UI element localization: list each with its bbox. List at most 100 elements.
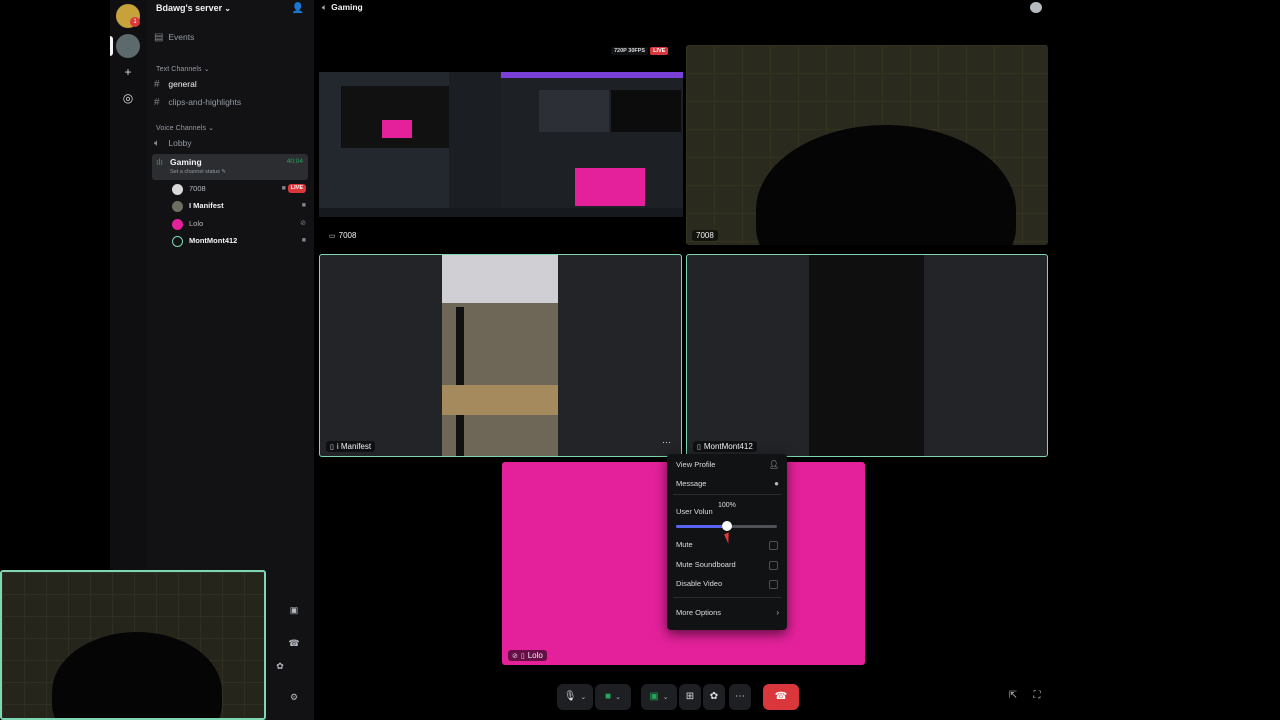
microphone-icon: 🎙︎ — [563, 691, 577, 702]
grid-icon: ⊞ — [685, 691, 695, 702]
gear-icon[interactable]: ⚙ — [286, 692, 302, 706]
camera-icon: ■ — [301, 202, 306, 209]
tile-label: ⊘ ▯ Lolo — [508, 650, 547, 661]
video-tile[interactable]: 7008 — [686, 45, 1048, 245]
server-header[interactable]: Bdawg's server ⌄ — [156, 3, 306, 19]
channel-status[interactable]: Set a channel status ✎ — [170, 169, 226, 175]
muted-icon: ⊘ — [300, 220, 306, 227]
events-item[interactable]: ▤ Events — [154, 29, 194, 45]
more-icon[interactable]: ⋯ — [662, 437, 671, 448]
mobile-icon: ▯ — [520, 653, 525, 660]
volume-slider-handle[interactable] — [721, 521, 732, 531]
more-options-item[interactable]: More Options › — [676, 605, 779, 621]
stream-quality: 720P 30FPS — [611, 47, 649, 55]
hang-up-icon: ☎ — [774, 691, 788, 702]
invite-people-icon[interactable]: 👤 — [292, 3, 304, 14]
avatar — [172, 219, 183, 230]
camera-feed — [442, 255, 558, 456]
volume-slider[interactable] — [676, 521, 777, 531]
volume-slider-fill — [676, 525, 727, 528]
voice-category-label: Voice Channels — [156, 125, 207, 132]
add-server-icon[interactable]: + — [120, 64, 136, 80]
member-status-icons: ■ LIVE — [282, 181, 306, 197]
video-tile-speaking[interactable]: ▯ i Manifest — [319, 254, 682, 457]
voice-member[interactable]: 7008 ■ LIVE — [172, 181, 306, 197]
mute-soundboard-item[interactable]: Mute Soundboard — [676, 557, 779, 573]
chevron-down-icon: ⌄ — [615, 694, 621, 701]
tile-label: ▯ i Manifest — [326, 441, 376, 452]
avatar — [172, 201, 183, 212]
text-category-label: Text Channels — [156, 66, 202, 73]
view-profile-item[interactable]: View Profile 👤︎ — [676, 457, 779, 473]
camera-icon: ■ — [605, 691, 612, 702]
hash-icon: # — [154, 79, 160, 90]
voice-member[interactable]: I Manifest ■ — [172, 198, 306, 214]
soundboard-icon[interactable]: ▣ — [286, 605, 302, 619]
avatar — [172, 184, 183, 195]
hash-icon: # — [154, 97, 160, 108]
channel-general[interactable]: # general — [154, 76, 197, 92]
voice-member[interactable]: MontMont412 ■ — [172, 233, 306, 249]
channel-lobby[interactable]: 🔈︎ Lobby — [154, 135, 192, 151]
mute-soundboard-checkbox[interactable] — [769, 561, 778, 570]
popout-icon[interactable]: ⇱ — [1006, 690, 1020, 704]
volume-tooltip: 100% — [713, 500, 741, 511]
chevron-down-icon: ⌄ — [224, 4, 231, 13]
chevron-right-icon: › — [776, 608, 779, 617]
discover-icon[interactable]: ◎ — [120, 90, 136, 106]
more-icon: ⋯ — [735, 691, 745, 702]
server-name: Bdawg's server — [156, 3, 223, 13]
message-item[interactable]: Message ● — [676, 476, 779, 492]
member-name: MontMont412 — [189, 236, 238, 245]
screen-share-button[interactable]: ▣ ⌄ — [641, 684, 677, 710]
self-camera-preview[interactable] — [0, 570, 266, 720]
disconnect-button[interactable]: ☎ — [763, 684, 799, 710]
events-label: Events — [168, 32, 195, 42]
voice-member[interactable]: Lolo ⊘ — [172, 216, 306, 232]
camera-icon: ■ — [301, 237, 306, 244]
menu-label: View Profile — [676, 460, 716, 469]
camera-button[interactable]: ■ ⌄ — [595, 684, 631, 710]
chat-icon[interactable] — [1030, 2, 1042, 13]
voice-active-icon: ılı — [156, 157, 164, 167]
server-icon-selected[interactable] — [116, 34, 140, 58]
video-tile-speaking[interactable]: ▯ MontMont412 — [686, 254, 1048, 457]
calendar-icon: ▤ — [154, 32, 164, 43]
member-name: I Manifest — [189, 201, 224, 210]
channel-header: 🔈︎ Gaming — [322, 2, 363, 13]
member-name: Lolo — [189, 219, 204, 228]
mention-badge: 1 — [130, 17, 140, 27]
soundboard-button[interactable]: ✿ — [703, 684, 725, 710]
menu-label: More Options — [676, 608, 722, 617]
camera-icon: ■ — [281, 185, 286, 192]
divider — [673, 494, 781, 495]
channel-gaming[interactable]: ılı Gaming 40:04 Set a channel status ✎ — [152, 154, 308, 180]
member-name: 7008 — [189, 184, 206, 193]
channel-title: Gaming — [331, 2, 363, 12]
voice-category[interactable]: Voice Channels ⌄ — [156, 124, 214, 132]
screen-share-content — [319, 72, 683, 217]
channel-label: Gaming — [170, 157, 202, 167]
chat-bubble-icon: ● — [774, 479, 779, 488]
stream-badges: 720P 30FPS LIVE — [611, 47, 669, 55]
fullscreen-icon[interactable]: ⛶ — [1030, 690, 1044, 704]
disconnect-icon[interactable]: ☎ — [286, 638, 302, 652]
soundboard-icon: ✿ — [709, 691, 719, 702]
screen-share-icon: ▭ — [329, 233, 336, 240]
menu-label: Mute Soundboard — [676, 560, 736, 569]
mute-checkbox[interactable] — [769, 541, 778, 550]
more-button[interactable]: ⋯ — [729, 684, 751, 710]
channel-clips[interactable]: # clips-and-highlights — [154, 94, 241, 110]
chevron-down-icon: ⌄ — [580, 694, 587, 701]
activities-button[interactable]: ⊞ — [679, 684, 701, 710]
menu-label: User Volun — [676, 507, 713, 516]
disable-video-item[interactable]: Disable Video — [676, 576, 779, 592]
divider — [673, 597, 781, 598]
activity-icon[interactable]: ✿ — [272, 661, 288, 675]
muted-icon: ⊘ — [512, 653, 518, 660]
chevron-down-icon: ⌄ — [662, 694, 669, 701]
disable-video-checkbox[interactable] — [769, 580, 778, 589]
text-category[interactable]: Text Channels ⌄ — [156, 65, 210, 73]
microphone-button[interactable]: 🎙︎ ⌄ — [557, 684, 593, 710]
channel-label: Lobby — [168, 138, 192, 148]
